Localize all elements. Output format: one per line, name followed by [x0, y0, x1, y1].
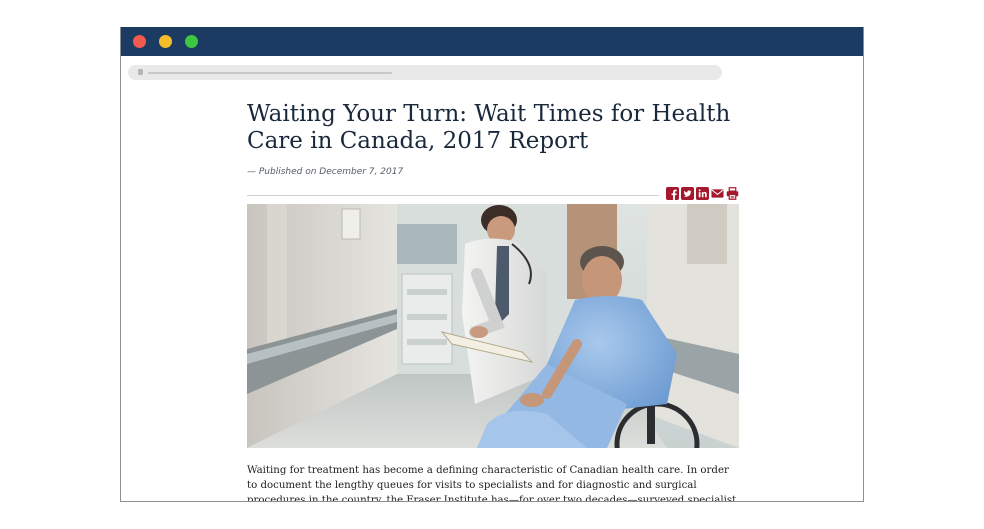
twitter-icon[interactable]: [681, 187, 694, 200]
article-title: Waiting Your Turn: Wait Times for Health…: [247, 101, 731, 154]
email-icon[interactable]: [711, 187, 724, 200]
linkedin-icon[interactable]: [696, 187, 709, 200]
published-date: — Published on December 7, 2017: [247, 167, 404, 177]
close-window-button[interactable]: [133, 35, 146, 48]
browser-window: Waiting Your Turn: Wait Times for Health…: [120, 27, 864, 502]
article-intro: Waiting for treatment has become a defin…: [247, 465, 737, 502]
share-icons: [666, 187, 739, 203]
url-placeholder: [148, 72, 392, 74]
title-bar: [121, 27, 863, 56]
minimize-window-button[interactable]: [159, 35, 172, 48]
address-bar[interactable]: [128, 65, 722, 80]
divider: [247, 195, 659, 196]
share-bar: [247, 187, 739, 203]
hero-image: [247, 204, 739, 448]
facebook-icon[interactable]: [666, 187, 679, 200]
print-icon[interactable]: [726, 187, 739, 200]
maximize-window-button[interactable]: [185, 35, 198, 48]
lock-icon: [138, 69, 143, 75]
